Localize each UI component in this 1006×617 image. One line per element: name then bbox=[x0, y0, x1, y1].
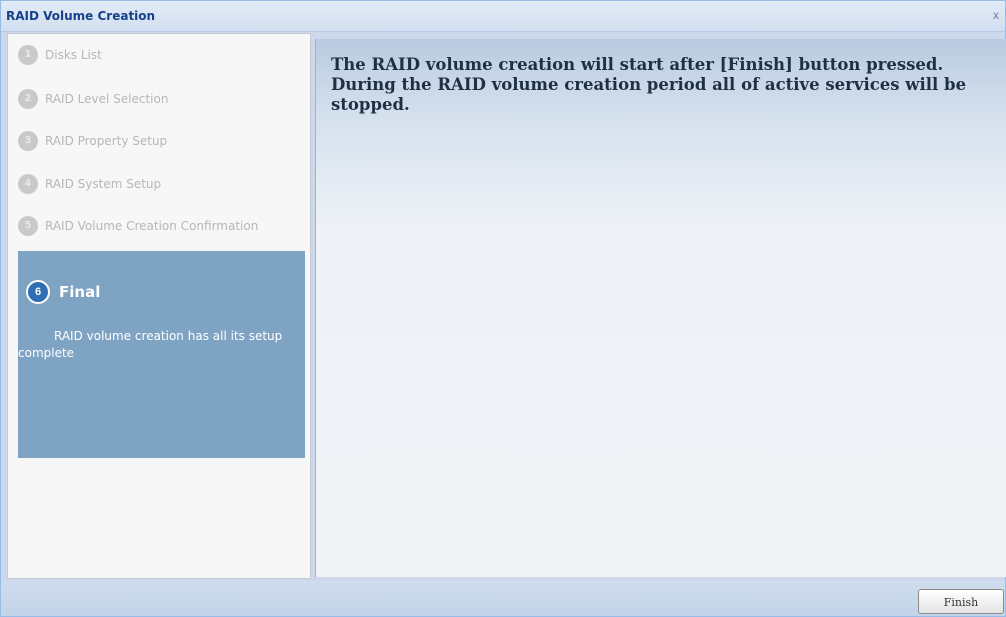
step-number-badge: 3 bbox=[18, 131, 38, 151]
footer-bar: Finish bbox=[1, 581, 1005, 616]
step-disks-list: 1 Disks List bbox=[18, 43, 102, 67]
confirmation-message: The RAID volume creation will start afte… bbox=[331, 55, 967, 114]
window-title: RAID Volume Creation bbox=[6, 9, 156, 23]
step-label: RAID Property Setup bbox=[45, 134, 168, 148]
step-raid-level-selection: 2 RAID Level Selection bbox=[18, 87, 168, 111]
step-number-badge: 1 bbox=[18, 45, 38, 65]
main-content-panel: The RAID volume creation will start afte… bbox=[315, 39, 1006, 577]
finish-button[interactable]: Finish bbox=[918, 589, 1004, 614]
active-step-header: 6 Final bbox=[26, 280, 100, 304]
raid-creation-window: RAID Volume Creation x 1 Disks List 2 RA… bbox=[0, 0, 1006, 617]
step-raid-volume-creation-confirmation: 5 RAID Volume Creation Confirmation bbox=[18, 214, 258, 238]
title-bar[interactable]: RAID Volume Creation x bbox=[1, 1, 1005, 32]
step-number-badge: 6 bbox=[26, 280, 50, 304]
step-raid-system-setup: 4 RAID System Setup bbox=[18, 172, 161, 196]
wizard-steps-panel: 1 Disks List 2 RAID Level Selection 3 RA… bbox=[7, 33, 311, 579]
active-step-description: RAID volume creation has all its setup c… bbox=[18, 329, 283, 360]
step-final-active: 6 Final RAID volume creation has all its… bbox=[18, 251, 305, 458]
active-step-title: Final bbox=[59, 283, 101, 301]
step-number-badge: 2 bbox=[18, 89, 38, 109]
step-number-badge: 5 bbox=[18, 216, 38, 236]
step-number-badge: 4 bbox=[18, 174, 38, 194]
close-icon[interactable]: x bbox=[989, 7, 1003, 23]
step-label: RAID Level Selection bbox=[45, 92, 169, 106]
step-label: RAID Volume Creation Confirmation bbox=[45, 219, 259, 233]
step-raid-property-setup: 3 RAID Property Setup bbox=[18, 129, 167, 153]
step-label: Disks List bbox=[45, 48, 102, 62]
step-label: RAID System Setup bbox=[45, 177, 162, 191]
